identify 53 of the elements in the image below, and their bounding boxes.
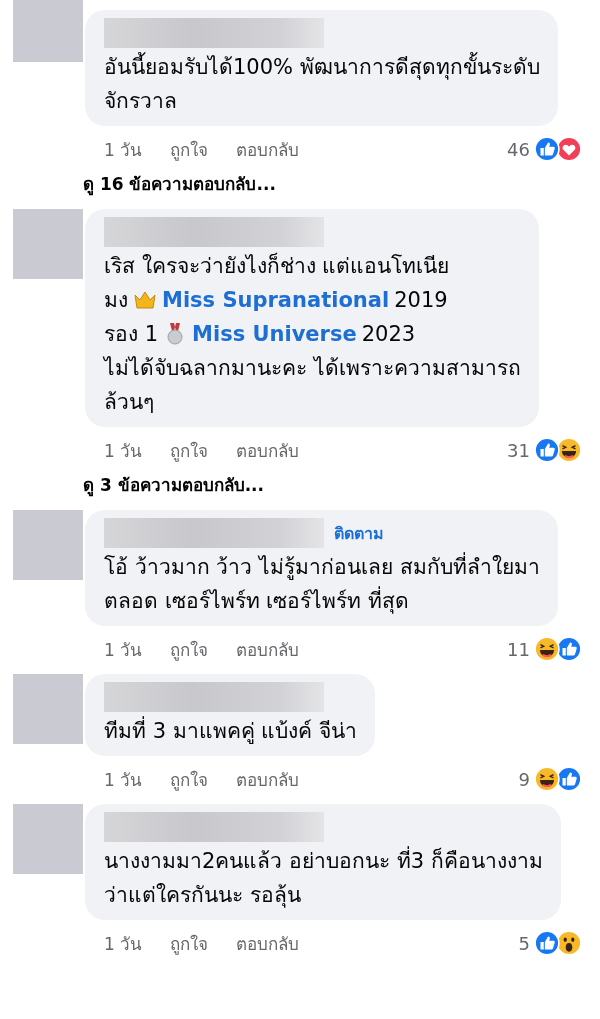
like-button[interactable]: ถูกใจ — [170, 436, 209, 464]
comment-text: รอง 1 — [104, 321, 159, 348]
comment-text: เริส ใครจะว่ายังไงก็ช่าง แต่แอนโทเนีย — [104, 251, 450, 280]
thumbs-up-icon — [534, 930, 560, 956]
comment-text: 2019 — [394, 287, 448, 314]
comment-text: ทีมที่ 3 มาแพคคู่ แบ้งค์ จีน่า — [104, 714, 358, 748]
reply-button[interactable]: ตอบกลับ — [236, 635, 300, 663]
reaction-count: 9 — [518, 768, 530, 790]
avatar-placeholder[interactable] — [13, 674, 83, 744]
avatar-placeholder[interactable] — [13, 209, 83, 279]
reaction-count: 46 — [507, 138, 530, 160]
view-replies-link[interactable]: ดู 16 ข้อความตอบกลับ... — [83, 170, 276, 197]
laughing-face-icon — [556, 437, 582, 463]
comment-text: นางงามมา2คนแล้ว อย่าบอกนะ ที่3 ก็คือนางงาม — [104, 844, 543, 878]
comment-text: มง — [104, 287, 128, 314]
avatar-placeholder[interactable] — [13, 804, 83, 874]
comment-time: 1 วัน — [104, 138, 143, 162]
laughing-face-icon — [534, 636, 560, 662]
like-button[interactable]: ถูกใจ — [170, 929, 209, 957]
comment-text: ล้วนๆ — [104, 389, 154, 416]
laughing-face-icon — [534, 766, 560, 792]
like-button[interactable]: ถูกใจ — [170, 635, 209, 663]
comment-text: จักรวาล — [104, 88, 177, 115]
surprised-face-icon — [556, 930, 582, 956]
reply-button[interactable]: ตอบกลับ — [236, 765, 300, 793]
follow-link[interactable]: ติดตาม — [334, 520, 384, 546]
comment-text: ไม่ได้จับฉลากมานะคะ ได้เพราะความสามารถ — [104, 355, 521, 382]
comment-text: อันนี้ยอมรับได้100% พัฒนาการดีสุดทุกขั้นระดับ — [104, 50, 540, 84]
thumbs-up-icon — [556, 766, 582, 792]
avatar-placeholder[interactable] — [13, 0, 83, 62]
reply-button[interactable]: ตอบกลับ — [236, 436, 300, 464]
comment-text: ตลอด เซอร์ไพร์ท เซอร์ไพร์ท ที่สุด — [104, 584, 410, 618]
page-link[interactable]: Miss Supranational — [162, 283, 390, 317]
view-replies-link[interactable]: ดู 3 ข้อความตอบกลับ... — [83, 471, 265, 498]
comment-time: 1 วัน — [104, 439, 143, 463]
comment-time: 1 วัน — [104, 638, 143, 662]
like-button[interactable]: ถูกใจ — [170, 765, 209, 793]
reaction-count: 31 — [507, 439, 530, 461]
page-link[interactable]: Miss Universe — [192, 317, 357, 351]
comment-time: 1 วัน — [104, 932, 143, 956]
reply-button[interactable]: ตอบกลับ — [236, 135, 300, 163]
like-button[interactable]: ถูกใจ — [170, 135, 209, 163]
thumbs-up-icon — [534, 136, 560, 162]
comment-text: 2023 — [361, 321, 416, 348]
thumbs-up-icon — [556, 636, 582, 662]
comment-text: ว่าแต่ใครกันนะ รอลุ้น — [104, 882, 301, 910]
reaction-count: 5 — [518, 932, 530, 954]
avatar-placeholder[interactable] — [13, 510, 83, 580]
comment-time: 1 วัน — [104, 768, 143, 792]
thumbs-up-icon — [534, 437, 560, 463]
comment-text: โอ้ ว้าวมาก ว้าว ไม่รู้มาก่อนเลย สมกับที่ลำใยมา — [104, 550, 540, 584]
reaction-count: 11 — [507, 638, 530, 660]
reply-button[interactable]: ตอบกลับ — [236, 929, 300, 957]
